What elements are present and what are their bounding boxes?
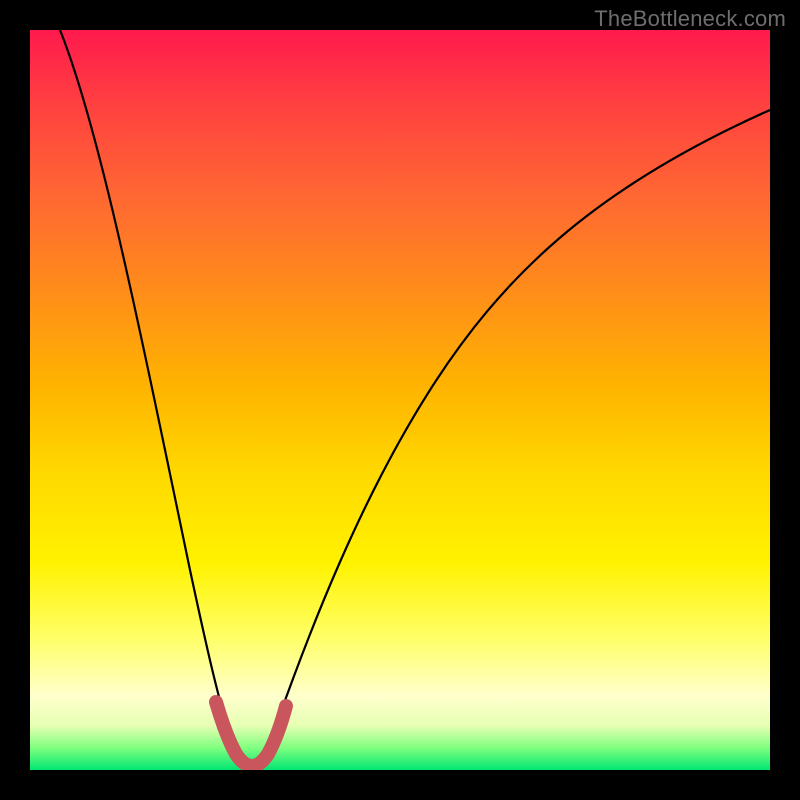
watermark-text: TheBottleneck.com xyxy=(594,6,786,32)
bottleneck-plot xyxy=(30,30,770,770)
bottleneck-curve xyxy=(60,30,770,762)
chart-area xyxy=(30,30,770,770)
optimal-zone-highlight xyxy=(216,702,286,766)
